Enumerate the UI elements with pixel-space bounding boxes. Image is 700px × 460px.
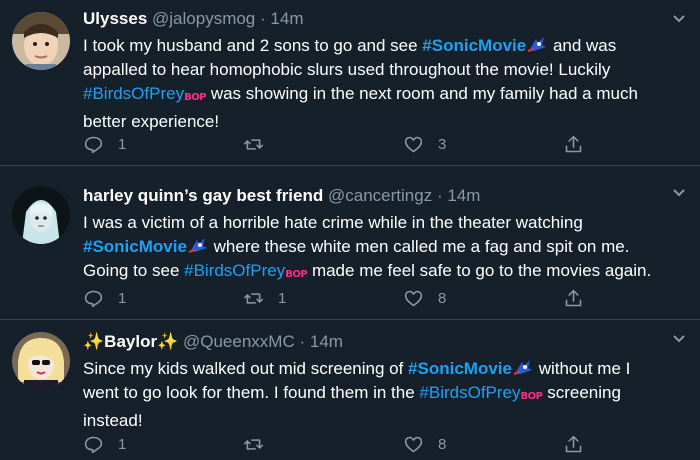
tweet-text-segment: I took my husband and 2 sons to go and s… bbox=[83, 36, 423, 55]
retweet-button[interactable]: 1 bbox=[243, 288, 286, 309]
timeline: Ulysses @jalopysmog · 14m I took my husb… bbox=[0, 0, 700, 460]
timestamp[interactable]: 14m bbox=[310, 332, 343, 351]
bop-emoji-icon: BOP bbox=[285, 269, 308, 280]
user-handle[interactable]: @cancertingz bbox=[328, 186, 432, 205]
timestamp[interactable]: 14m bbox=[270, 9, 303, 28]
avatar[interactable] bbox=[12, 332, 70, 390]
hashtag-link[interactable]: #BirdsOfPrey bbox=[184, 261, 285, 280]
hashtag-link[interactable]: #SonicMovie bbox=[408, 359, 512, 378]
like-count: 8 bbox=[438, 436, 447, 453]
bop-emoji-icon: BOP bbox=[520, 391, 543, 402]
retweet-icon bbox=[243, 293, 264, 304]
tweet-actions: 1 1 8 bbox=[83, 288, 603, 310]
share-button[interactable] bbox=[563, 288, 584, 309]
tweet-header: ✨Baylor✨ @QueenxxMC · 14m bbox=[83, 332, 660, 352]
tweet-text-segment: made me feel safe to go to the movies ag… bbox=[307, 261, 652, 280]
reply-button[interactable]: 1 bbox=[83, 288, 126, 309]
sonic-emoji-icon bbox=[188, 238, 207, 253]
sonic-emoji-icon bbox=[527, 37, 547, 52]
tweet-text-segment: I was a victim of a horrible hate crime … bbox=[83, 213, 583, 232]
like-icon bbox=[404, 136, 423, 153]
like-button[interactable]: 8 bbox=[403, 288, 446, 309]
retweet-icon bbox=[243, 139, 264, 150]
retweet-button[interactable] bbox=[243, 134, 278, 155]
retweet-button[interactable] bbox=[243, 434, 278, 455]
tweet-header: harley quinn’s gay best friend @cancerti… bbox=[83, 186, 660, 206]
tweet-text: I took my husband and 2 sons to go and s… bbox=[83, 34, 660, 134]
timestamp[interactable]: 14m bbox=[447, 186, 480, 205]
tweet[interactable]: harley quinn’s gay best friend @cancerti… bbox=[0, 166, 700, 320]
reply-button[interactable]: 1 bbox=[83, 134, 126, 155]
share-button[interactable] bbox=[563, 134, 584, 155]
like-icon bbox=[404, 436, 423, 453]
like-button[interactable]: 8 bbox=[403, 434, 446, 455]
avatar[interactable] bbox=[12, 186, 70, 244]
reply-count: 1 bbox=[118, 290, 127, 307]
display-name[interactable]: harley quinn’s gay best friend bbox=[83, 186, 323, 205]
like-icon bbox=[404, 290, 423, 307]
like-count: 8 bbox=[438, 290, 447, 307]
share-icon bbox=[565, 435, 582, 453]
share-icon bbox=[565, 289, 582, 307]
caret-down-icon[interactable] bbox=[672, 14, 686, 24]
hashtag-link[interactable]: #SonicMovie bbox=[83, 237, 187, 256]
avatar[interactable] bbox=[12, 12, 70, 70]
retweet-icon bbox=[243, 439, 264, 450]
share-icon bbox=[565, 135, 582, 153]
tweet-text: Since my kids walked out mid screening o… bbox=[83, 357, 660, 433]
tweet[interactable]: ✨Baylor✨ @QueenxxMC · 14m Since my kids … bbox=[0, 320, 700, 460]
like-button[interactable]: 3 bbox=[403, 134, 446, 155]
tweet-text-segment: Since my kids walked out mid screening o… bbox=[83, 359, 409, 378]
separator: · bbox=[436, 186, 443, 205]
reply-button[interactable]: 1 bbox=[83, 434, 126, 455]
reply-icon bbox=[84, 436, 103, 454]
reply-icon bbox=[84, 290, 103, 308]
hashtag-link[interactable]: #BirdsOfPrey bbox=[419, 383, 520, 402]
tweet-text: I was a victim of a horrible hate crime … bbox=[83, 211, 660, 287]
reply-count: 1 bbox=[118, 436, 127, 453]
caret-down-icon[interactable] bbox=[672, 188, 686, 198]
bop-emoji-icon: BOP bbox=[184, 92, 207, 103]
user-handle[interactable]: @jalopysmog bbox=[152, 9, 255, 28]
tweet-actions: 1 8 bbox=[83, 434, 603, 456]
caret-down-icon[interactable] bbox=[672, 334, 686, 344]
display-name[interactable]: ✨Baylor✨ bbox=[83, 332, 178, 351]
like-count: 3 bbox=[438, 136, 447, 153]
hashtag-link[interactable]: #SonicMovie bbox=[422, 36, 526, 55]
hashtag-link[interactable]: #BirdsOfPrey bbox=[83, 84, 184, 103]
reply-count: 1 bbox=[118, 136, 127, 153]
display-name[interactable]: Ulysses bbox=[83, 9, 147, 28]
share-button[interactable] bbox=[563, 434, 584, 455]
reply-icon bbox=[84, 136, 103, 154]
tweet[interactable]: Ulysses @jalopysmog · 14m I took my husb… bbox=[0, 0, 700, 166]
tweet-header: Ulysses @jalopysmog · 14m bbox=[83, 9, 660, 29]
user-handle[interactable]: @QueenxxMC bbox=[183, 332, 295, 351]
retweet-count: 1 bbox=[278, 290, 287, 307]
separator: · bbox=[260, 9, 266, 28]
tweet-actions: 1 3 bbox=[83, 134, 603, 156]
separator: · bbox=[299, 332, 306, 351]
sonic-emoji-icon bbox=[513, 360, 532, 375]
